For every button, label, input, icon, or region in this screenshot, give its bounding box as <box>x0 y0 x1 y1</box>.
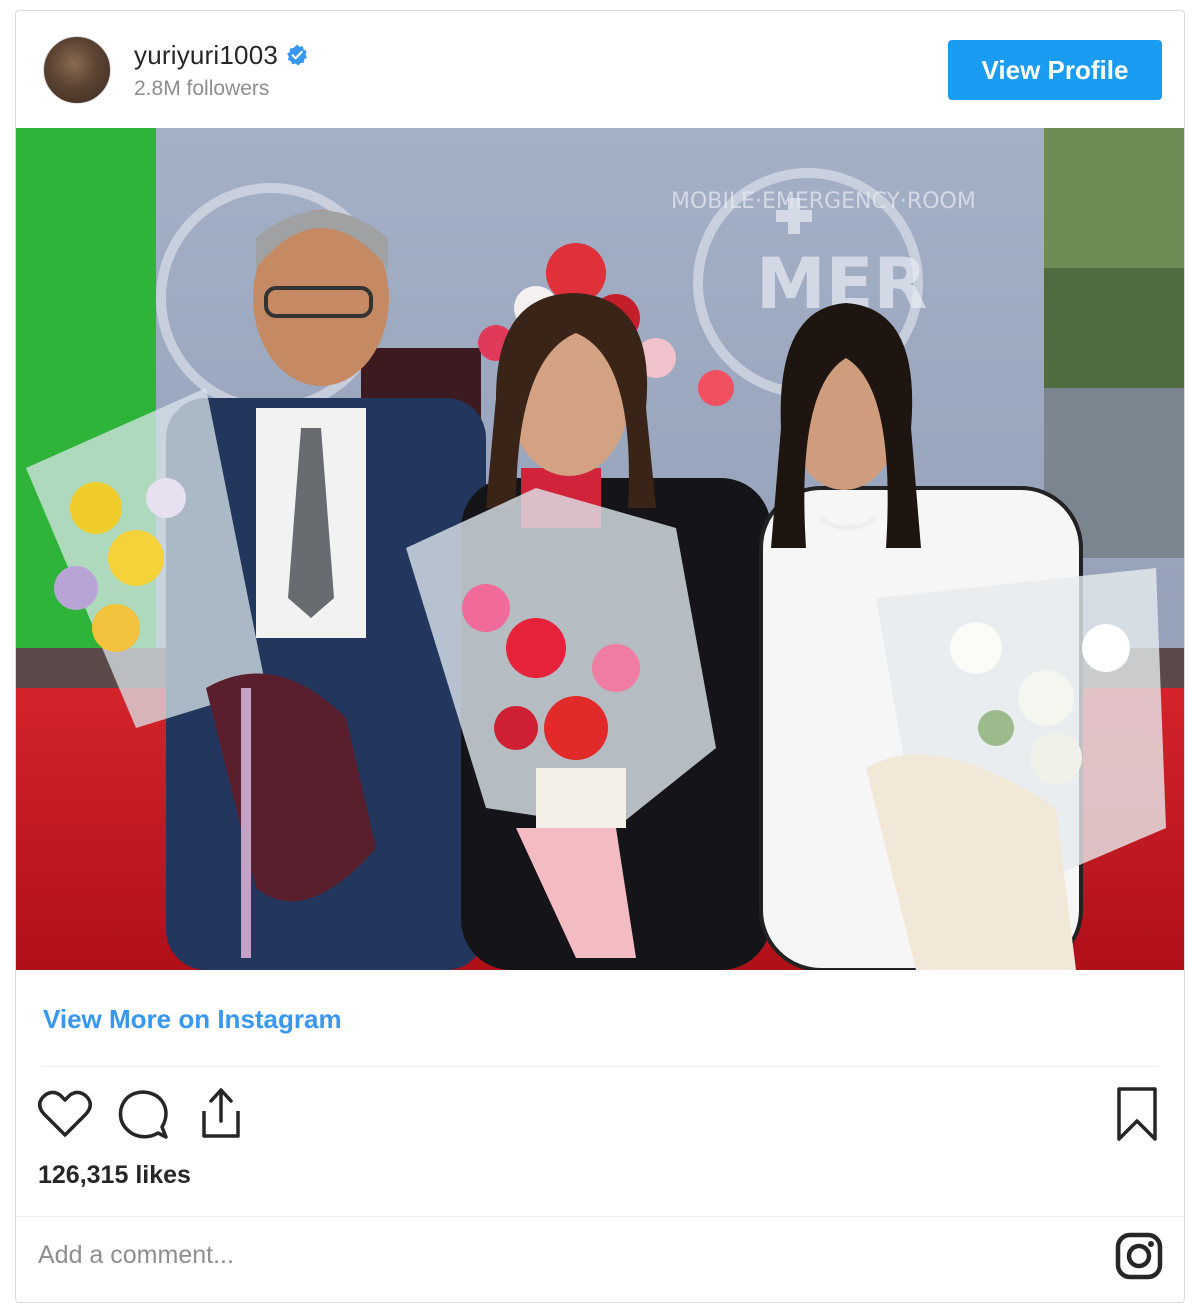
post-photo[interactable]: MER MOBILE·EMERGENCY·ROOM <box>16 128 1184 970</box>
add-comment-field[interactable]: Add a comment... <box>38 1241 234 1270</box>
view-more-link[interactable]: View More on Instagram <box>43 1004 342 1035</box>
view-profile-button[interactable]: View Profile <box>948 40 1162 100</box>
avatar[interactable] <box>43 36 111 104</box>
post-image: MER MOBILE·EMERGENCY·ROOM <box>16 128 1184 970</box>
divider <box>43 1066 1157 1067</box>
like-count: 126,315 likes <box>38 1161 191 1189</box>
backdrop-slogan: MOBILE·EMERGENCY·ROOM <box>671 189 976 214</box>
instagram-icon[interactable] <box>1114 1231 1164 1281</box>
verified-badge-icon <box>287 44 307 66</box>
username[interactable]: yuriyuri1003 <box>134 40 278 71</box>
comment-divider <box>16 1216 1184 1217</box>
username-row: yuriyuri1003 <box>134 38 308 72</box>
follower-count: 2.8M followers <box>134 77 270 100</box>
comment-icon[interactable] <box>116 1089 170 1141</box>
share-icon[interactable] <box>194 1085 248 1141</box>
heart-icon[interactable] <box>38 1089 92 1139</box>
bookmark-icon[interactable] <box>1114 1085 1160 1143</box>
instagram-embed-card: yuriyuri1003 2.8M followers View Profile <box>15 10 1185 1303</box>
post-header: yuriyuri1003 2.8M followers View Profile <box>16 11 1184 128</box>
